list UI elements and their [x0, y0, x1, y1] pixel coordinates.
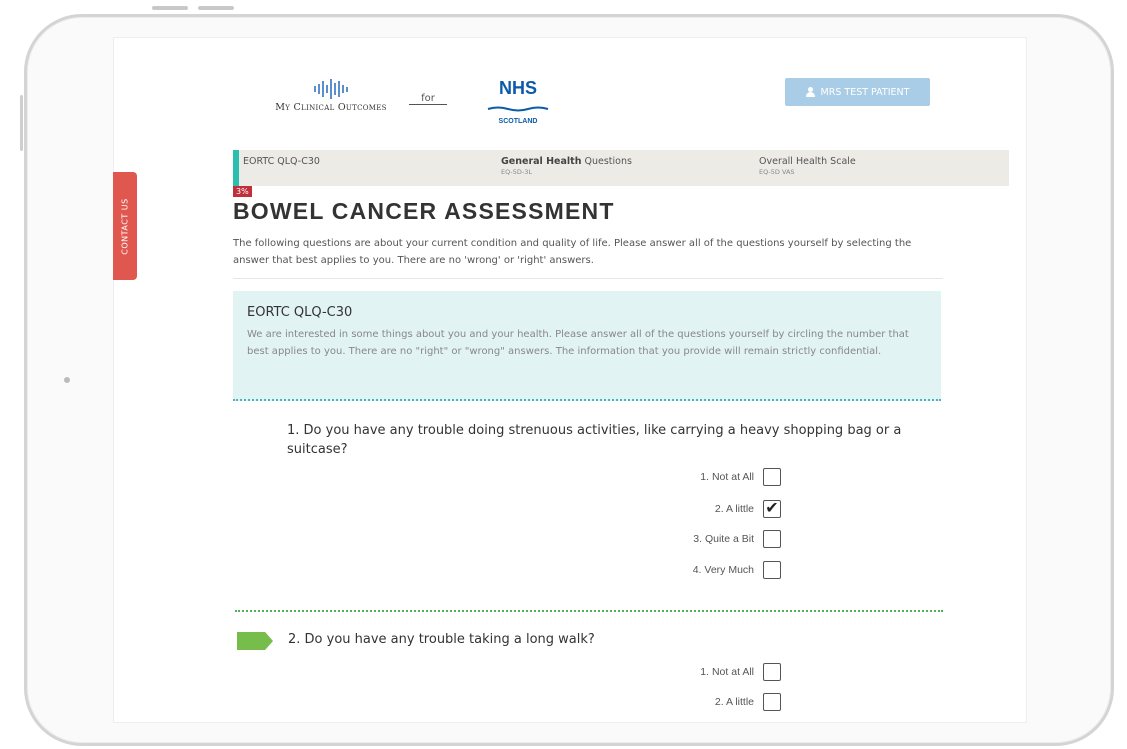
- option-1-very-much[interactable]: 4. Very Much: [561, 561, 781, 579]
- step-general-health[interactable]: General Health Questions EQ-5D-3L: [491, 150, 749, 186]
- nhs-region: SCOTLAND: [498, 118, 538, 125]
- nhs-scotland-logo[interactable]: NHS SCOTLAND: [486, 79, 550, 125]
- option-label: 3. Quite a Bit: [693, 533, 754, 545]
- step-progress-bar: EORTC QLQ-C30 General Health Questions E…: [233, 150, 1009, 186]
- mco-logo-text: My Clinical Outcomes: [275, 102, 387, 113]
- question-1-text: 1. Do you have any trouble doing strenuo…: [287, 423, 902, 457]
- step-title: General Health Questions: [501, 156, 632, 167]
- mco-logo[interactable]: My Clinical Outcomes: [256, 78, 406, 113]
- app-screen: My Clinical Outcomes for NHS SCOTLAND MR…: [113, 37, 1027, 723]
- checkbox[interactable]: [763, 468, 781, 486]
- progress-badge: 3%: [233, 186, 252, 197]
- checkbox[interactable]: [763, 530, 781, 548]
- section-title: EORTC QLQ-C30: [247, 305, 353, 320]
- checkbox[interactable]: [763, 722, 781, 723]
- patient-button[interactable]: MRS TEST PATIENT: [785, 78, 930, 106]
- checkbox[interactable]: [763, 693, 781, 711]
- page-intro: The following questions are about your c…: [233, 238, 912, 266]
- option-2-next-partial[interactable]: [561, 722, 781, 723]
- for-label: for: [409, 93, 447, 105]
- option-1-not-at-all[interactable]: 1. Not at All: [561, 468, 781, 486]
- patient-button-label: MRS TEST PATIENT: [820, 86, 910, 98]
- step-subtitle: EQ-5D-3L: [501, 168, 532, 176]
- checkbox-checked[interactable]: ✔: [763, 500, 781, 518]
- tablet-side-button: [20, 95, 23, 151]
- option-label: 1. Not at All: [700, 471, 754, 483]
- page-title: BOWEL CANCER ASSESSMENT: [233, 198, 615, 224]
- checkbox[interactable]: [763, 663, 781, 681]
- step-eortc[interactable]: EORTC QLQ-C30: [233, 150, 491, 186]
- tablet-top-button: [198, 6, 234, 10]
- option-1-quite-a-bit[interactable]: 3. Quite a Bit: [561, 530, 781, 548]
- step-subtitle: EQ-5D VAS: [759, 168, 795, 176]
- signal-bars-icon: [256, 78, 406, 100]
- step-overall-health[interactable]: Overall Health Scale EQ-5D VAS: [749, 150, 1009, 186]
- tablet-top-button: [152, 6, 188, 10]
- option-2-not-at-all[interactable]: 1. Not at All: [561, 663, 781, 681]
- active-step-indicator: [233, 150, 239, 186]
- tablet-camera: [64, 377, 70, 383]
- checkbox[interactable]: [763, 561, 781, 579]
- divider: [233, 278, 943, 279]
- section-text: We are interested in some things about y…: [247, 329, 909, 357]
- option-label: 2. A little: [714, 503, 754, 515]
- option-label: 1. Not at All: [700, 666, 754, 678]
- current-question-arrow-icon: [237, 632, 273, 650]
- option-label: 4. Very Much: [692, 564, 754, 576]
- option-1-a-little[interactable]: 2. A little ✔: [561, 500, 781, 518]
- contact-us-tab[interactable]: CONTACT US: [113, 172, 137, 280]
- wave-icon: [487, 106, 549, 112]
- nhs-wordmark: NHS: [498, 78, 537, 98]
- step-title: EORTC QLQ-C30: [243, 156, 320, 167]
- contact-us-label: CONTACT US: [120, 197, 130, 255]
- question-separator: [235, 610, 943, 612]
- option-label: 2. A little: [714, 696, 754, 708]
- user-icon: [805, 87, 816, 97]
- section-info-box: EORTC QLQ-C30 We are interested in some …: [233, 291, 941, 401]
- option-2-a-little[interactable]: 2. A little: [561, 693, 781, 711]
- question-2-text: 2. Do you have any trouble taking a long…: [288, 632, 595, 647]
- dotted-divider: [233, 399, 941, 401]
- step-title: Overall Health Scale: [759, 156, 856, 167]
